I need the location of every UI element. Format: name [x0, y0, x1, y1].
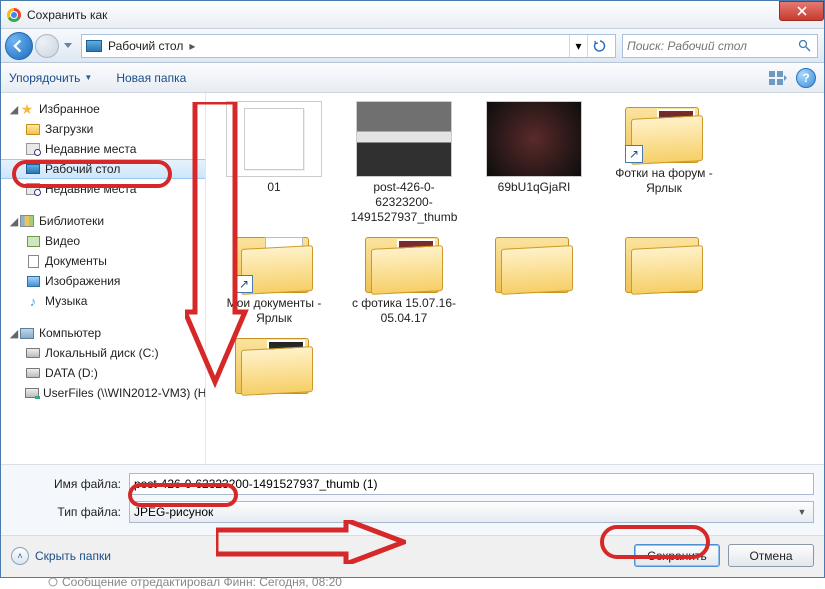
netdrive-icon — [25, 388, 39, 398]
combo-caret-icon: ▼ — [795, 507, 809, 517]
filetype-combo[interactable]: JPEG-рисунок ▼ — [129, 501, 814, 523]
tree-item-video[interactable]: Видео — [1, 231, 205, 251]
breadcrumb[interactable]: Рабочий стол — [108, 39, 183, 53]
desktop-icon — [86, 40, 102, 52]
video-icon — [27, 236, 40, 247]
folder-thumbnail — [625, 231, 703, 293]
chrome-icon — [7, 8, 21, 22]
close-button[interactable] — [779, 1, 824, 21]
chevron-up-icon: ˄ — [11, 547, 29, 565]
folder-thumbnail: ↗ — [235, 231, 313, 293]
form-area: Имя файла: Тип файла: JPEG-рисунок ▼ — [1, 464, 824, 535]
doc-icon — [28, 255, 39, 268]
crumb-arrow-icon[interactable]: ▸ — [189, 39, 195, 53]
tree-item-drive-c[interactable]: Локальный диск (C:) — [1, 343, 205, 363]
organize-button[interactable]: Упорядочить ▼ — [9, 71, 92, 85]
search-box[interactable] — [622, 34, 818, 58]
window-title: Сохранить как — [27, 8, 107, 22]
button-bar: ˄ Скрыть папки Сохранить Отмена — [1, 535, 824, 577]
cancel-button[interactable]: Отмена — [728, 544, 814, 567]
titlebar: Сохранить как — [1, 1, 824, 29]
file-item[interactable]: 69bU1qGjaRI — [472, 101, 596, 225]
address-bar[interactable]: Рабочий стол ▸ ▾ — [81, 34, 616, 58]
file-item[interactable] — [212, 332, 336, 397]
refresh-icon[interactable] — [587, 35, 611, 57]
star-icon: ★ — [19, 101, 35, 117]
folder-icon — [26, 124, 40, 135]
address-dropdown-icon[interactable]: ▾ — [569, 35, 587, 57]
search-input[interactable] — [627, 39, 795, 53]
shortcut-icon: ↗ — [625, 145, 643, 163]
tree-favorites[interactable]: ◢★Избранное — [1, 99, 205, 119]
hide-folders-button[interactable]: ˄ Скрыть папки — [11, 547, 111, 565]
forward-button[interactable] — [35, 34, 59, 58]
tree-item-drive-d[interactable]: DATA (D:) — [1, 363, 205, 383]
tree-item-recent2[interactable]: Недавние места — [1, 179, 205, 199]
tree-item-desktop[interactable]: Рабочий стол — [1, 159, 205, 179]
folder-thumbnail — [365, 231, 443, 293]
shortcut-icon: ↗ — [235, 275, 253, 293]
tree-item-drive-h[interactable]: UserFiles (\\WIN2012-VM3) (H:) — [1, 383, 205, 403]
tree-item-documents[interactable]: Документы — [1, 251, 205, 271]
tree-libraries[interactable]: ◢Библиотеки — [1, 211, 205, 231]
thumbnail — [486, 101, 582, 177]
file-item[interactable]: post-426-0-62323200-1491527937_thumb — [342, 101, 466, 225]
filename-input[interactable] — [129, 473, 814, 495]
search-icon[interactable] — [795, 39, 813, 52]
save-button[interactable]: Сохранить — [634, 544, 720, 567]
nav-bar: Рабочий стол ▸ ▾ — [1, 29, 824, 63]
folder-thumbnail: ↗ — [625, 101, 703, 163]
folder-thumbnail — [495, 231, 573, 293]
recent-icon — [26, 183, 40, 195]
file-item[interactable] — [602, 231, 726, 326]
music-icon: ♪ — [25, 293, 41, 309]
tree-item-downloads[interactable]: Загрузки — [1, 119, 205, 139]
drive-icon — [26, 348, 40, 358]
desktop-icon — [26, 164, 40, 174]
tree-item-music[interactable]: ♪Музыка — [1, 291, 205, 311]
filetype-label: Тип файла: — [11, 505, 129, 519]
drive-icon — [26, 368, 40, 378]
library-icon — [20, 215, 34, 227]
file-pane[interactable]: 01 post-426-0-62323200-1491527937_thumb … — [206, 93, 824, 464]
thumbnail — [226, 101, 322, 177]
new-folder-button[interactable]: Новая папка — [116, 71, 186, 85]
tree-computer[interactable]: ◢Компьютер — [1, 323, 205, 343]
file-item[interactable]: 01 — [212, 101, 336, 225]
toolbar: Упорядочить ▼ Новая папка ? — [1, 63, 824, 93]
nav-tree: ◢★Избранное Загрузки Недавние места Рабо… — [1, 93, 206, 464]
tree-item-recent[interactable]: Недавние места — [1, 139, 205, 159]
nav-history-dropdown[interactable] — [61, 43, 75, 48]
computer-icon — [20, 328, 34, 339]
file-item[interactable]: ↗ Фотки на форум - Ярлык — [602, 101, 726, 225]
filename-label: Имя файла: — [11, 477, 129, 491]
help-button[interactable]: ? — [796, 68, 816, 88]
recent-icon — [26, 143, 40, 155]
tree-item-pictures[interactable]: Изображения — [1, 271, 205, 291]
folder-thumbnail — [235, 332, 313, 394]
pic-icon — [27, 276, 40, 287]
view-button[interactable] — [766, 67, 790, 89]
back-button[interactable] — [5, 32, 33, 60]
file-item[interactable] — [472, 231, 596, 326]
caret-icon: ▼ — [84, 73, 92, 82]
file-item[interactable]: ↗ Мои документы - Ярлык — [212, 231, 336, 326]
thumbnail — [356, 101, 452, 177]
save-as-dialog: Сохранить как Рабочий стол ▸ ▾ — [0, 0, 825, 578]
footer-text: Сообщение отредактировал Финн: Сегодня, … — [48, 575, 342, 589]
file-item[interactable]: с фотика 15.07.16-05.04.17 — [342, 231, 466, 326]
